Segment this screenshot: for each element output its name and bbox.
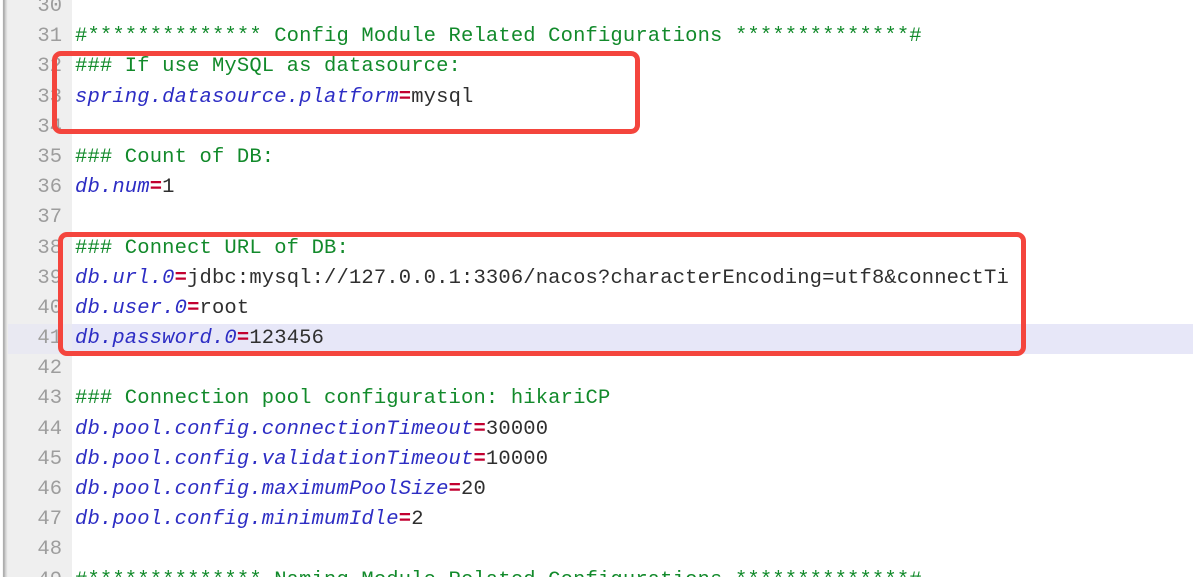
property-key-token: db.pool.config.minimumIdle: [75, 508, 399, 532]
line-number: 37: [37, 206, 62, 230]
property-key-token: db.user.0: [75, 296, 188, 320]
code-line-text[interactable]: ### Connection pool configuration: hikar…: [72, 384, 610, 414]
code-line-text[interactable]: #************** Naming Module Related Co…: [72, 566, 922, 577]
line-number: 44: [37, 417, 62, 441]
code-line-text[interactable]: db.pool.config.connectionTimeout=30000: [72, 415, 548, 445]
property-value-token: mysql: [411, 85, 474, 109]
code-line[interactable]: 35 ### Count of DB:: [0, 143, 1193, 173]
code-line-text[interactable]: db.user.0=root: [72, 294, 249, 324]
line-number: 42: [37, 357, 62, 381]
line-number: 32: [37, 55, 62, 79]
line-number: 46: [37, 478, 62, 501]
code-line[interactable]: 43 ### Connection pool configuration: hik…: [0, 384, 1193, 414]
code-line-text[interactable]: [72, 113, 75, 143]
equals-token: =: [448, 478, 462, 501]
property-value-token: 1: [162, 176, 175, 200]
equals-token: =: [174, 266, 188, 290]
property-value-token: jdbc:mysql://127.0.0.1:3306/nacos?charac…: [187, 266, 1009, 290]
code-line[interactable]: 48: [0, 535, 1193, 565]
line-number: 39: [37, 266, 62, 290]
code-line[interactable]: 45 db.pool.config.validationTimeout=10000: [0, 445, 1193, 475]
code-line-text[interactable]: #************** Config Module Related Co…: [72, 22, 922, 52]
code-line-text[interactable]: [72, 203, 75, 233]
line-number: 33: [37, 85, 62, 109]
code-line-text[interactable]: db.num=1: [72, 173, 175, 203]
property-key-token: db.password.0: [75, 327, 237, 351]
code-line[interactable]: 38 ### Connect URL of DB:: [0, 234, 1193, 264]
code-line[interactable]: 41 db.password.0=123456: [0, 324, 1193, 355]
comment-token: ### Count of DB:: [75, 145, 275, 169]
code-line[interactable]: 40 db.user.0=root: [0, 294, 1193, 324]
comment-token: ### Connect URL of DB:: [75, 236, 349, 260]
line-number: 36: [37, 176, 62, 200]
code-line[interactable]: 44 db.pool.config.connectionTimeout=30000: [0, 415, 1193, 445]
property-key-token: db.pool.config.validationTimeout: [75, 447, 474, 471]
line-number: 40: [37, 296, 62, 320]
code-line[interactable]: 42: [0, 354, 1193, 384]
code-line[interactable]: 37: [0, 203, 1193, 233]
property-value-token: 2: [411, 508, 424, 532]
code-line-text[interactable]: [72, 0, 75, 22]
property-value-token: 20: [461, 478, 486, 501]
property-key-token: db.pool.config.maximumPoolSize: [75, 478, 449, 501]
code-editor[interactable]: 30 31 #************** Config Module Relate…: [0, 0, 1193, 577]
code-line-list[interactable]: 30 31 #************** Config Module Relate…: [0, 0, 1193, 577]
code-line-text[interactable]: [72, 354, 75, 384]
property-key-token: db.pool.config.connectionTimeout: [75, 417, 474, 441]
comment-token: ### If use MySQL as datasource:: [75, 55, 462, 79]
code-line-text[interactable]: db.pool.config.minimumIdle=2: [72, 505, 424, 535]
line-number: 48: [37, 538, 62, 562]
line-number: 30: [37, 0, 62, 18]
code-line-text[interactable]: spring.datasource.platform=mysql: [72, 83, 473, 113]
property-value-token: 30000: [485, 417, 549, 441]
property-key-token: spring.datasource.platform: [75, 85, 399, 109]
code-line-text[interactable]: db.url.0=jdbc:mysql://127.0.0.1:3306/nac…: [72, 264, 1009, 294]
code-line[interactable]: 46 db.pool.config.maximumPoolSize=20: [0, 475, 1193, 505]
comment-token: ### Connection pool configuration: hikar…: [75, 387, 611, 411]
equals-token: =: [473, 417, 486, 441]
code-line-text[interactable]: db.password.0=123456: [72, 324, 324, 354]
code-line[interactable]: 31 #************** Config Module Related …: [0, 22, 1193, 52]
line-number: 38: [37, 236, 62, 260]
equals-token: =: [187, 296, 200, 320]
property-value-token: 10000: [485, 447, 549, 471]
code-line[interactable]: 36 db.num=1: [0, 173, 1193, 203]
property-value-token: root: [199, 296, 250, 320]
property-key-token: db.url.0: [75, 266, 175, 290]
equals-token: =: [398, 85, 412, 109]
line-number: 31: [37, 25, 62, 49]
code-line[interactable]: 30: [0, 0, 1193, 22]
line-number: 49: [8, 566, 62, 577]
code-line[interactable]: 32 ### If use MySQL as datasource:: [0, 52, 1193, 82]
equals-token: =: [398, 508, 412, 532]
line-number: 43: [37, 387, 62, 411]
code-line[interactable]: 39 db.url.0=jdbc:mysql://127.0.0.1:3306/n…: [0, 264, 1193, 294]
code-line-text[interactable]: [72, 535, 75, 565]
comment-token: #************** Config Module Related Co…: [75, 25, 922, 49]
code-line[interactable]: 34: [0, 113, 1193, 143]
code-line-text[interactable]: ### If use MySQL as datasource:: [72, 52, 461, 82]
code-line[interactable]: 47 db.pool.config.minimumIdle=2: [0, 505, 1193, 535]
property-value-token: 123456: [249, 327, 325, 351]
equals-token: =: [473, 447, 486, 471]
code-line-text[interactable]: db.pool.config.maximumPoolSize=20: [72, 475, 486, 505]
equals-token: =: [236, 327, 250, 351]
line-number: 45: [37, 447, 62, 471]
line-number: 47: [37, 508, 62, 532]
line-number: 41: [37, 327, 62, 351]
code-line[interactable]: 33 spring.datasource.platform=mysql: [0, 83, 1193, 113]
code-line-text[interactable]: ### Count of DB:: [72, 143, 274, 173]
equals-token: =: [149, 176, 163, 200]
line-number: 34: [37, 115, 62, 139]
property-key-token: db.num: [75, 176, 150, 200]
comment-token: #************** Naming Module Related Co…: [75, 569, 922, 577]
code-line[interactable]: 49 #************** Naming Module Related …: [0, 566, 1193, 577]
code-line-text[interactable]: db.pool.config.validationTimeout=10000: [72, 445, 548, 475]
line-number: 35: [37, 145, 62, 169]
code-line-text[interactable]: ### Connect URL of DB:: [72, 234, 349, 264]
